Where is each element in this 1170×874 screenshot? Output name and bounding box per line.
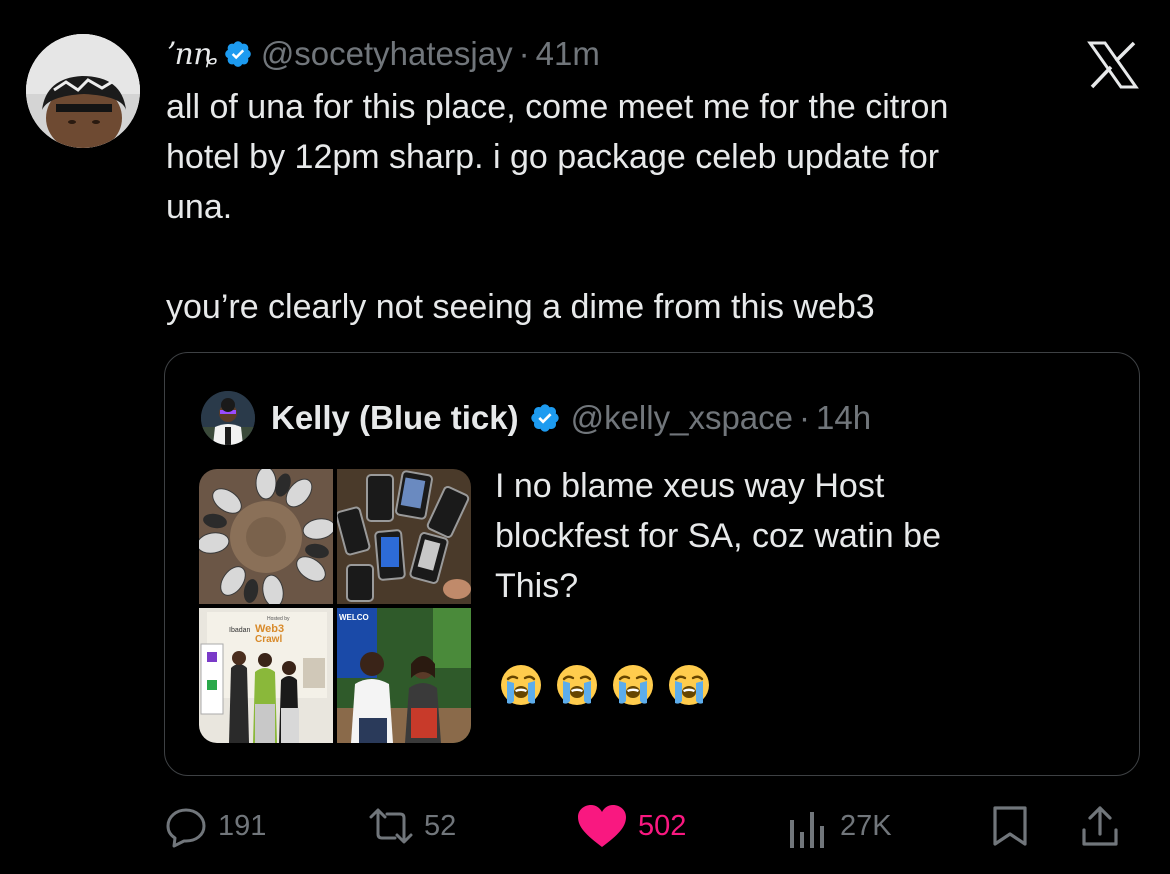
media-photo-two-people[interactable]: WELCO bbox=[337, 608, 471, 743]
media-photo-shoes-circle[interactable] bbox=[199, 469, 333, 604]
bookmark-icon bbox=[993, 806, 1027, 846]
bookmark-button[interactable] bbox=[990, 798, 1030, 854]
repost-icon bbox=[369, 808, 413, 844]
loudly-crying-face-icon bbox=[613, 665, 653, 705]
quoted-display-name[interactable]: Kelly (Blue tick) bbox=[271, 399, 519, 437]
like-button[interactable]: 502 bbox=[576, 798, 686, 854]
views-count: 27K bbox=[840, 809, 892, 842]
reply-count: 191 bbox=[218, 809, 267, 842]
tweet-action-bar: 191 52 502 27K bbox=[164, 798, 1144, 854]
like-count: 502 bbox=[638, 809, 687, 842]
verified-badge-icon bbox=[225, 41, 251, 67]
quoted-tweet-card[interactable]: Kelly (Blue tick) @kelly_xspace · 14h Ho… bbox=[164, 352, 1140, 776]
loudly-crying-face-icon bbox=[669, 665, 709, 705]
media-photo-phones[interactable] bbox=[337, 469, 471, 604]
views-button[interactable]: 27K bbox=[786, 798, 892, 854]
media-photo-group-banner[interactable]: Hosted by Ibadan Web3 Crawl bbox=[199, 608, 333, 743]
author-handle[interactable]: @socetyhatesjay bbox=[261, 35, 513, 73]
reply-icon bbox=[166, 808, 206, 848]
quoted-tweet-text: I no blame xeus way Host blockfest for S… bbox=[495, 461, 1095, 611]
quoted-tweet-header: Kelly (Blue tick) @kelly_xspace · 14h bbox=[271, 393, 871, 443]
post-time[interactable]: 41m bbox=[536, 35, 600, 73]
author-display-name[interactable]: ʼnȵ bbox=[166, 37, 218, 72]
analytics-icon bbox=[790, 812, 824, 848]
banner-hosted-by: Hosted by bbox=[267, 616, 290, 622]
share-icon bbox=[1082, 806, 1118, 846]
reply-button[interactable]: 191 bbox=[164, 798, 266, 854]
quoted-author-avatar[interactable] bbox=[201, 391, 255, 445]
tweet-text-line: hotel by 12pm sharp. i go package celeb … bbox=[166, 138, 940, 176]
separator-dot: · bbox=[799, 399, 811, 436]
share-button[interactable] bbox=[1078, 798, 1122, 854]
quoted-post-time[interactable]: 14h bbox=[816, 399, 871, 437]
quoted-media-grid[interactable]: Hosted by Ibadan Web3 Crawl WELCO bbox=[199, 469, 471, 743]
tweet-text-line: all of una for this place, come meet me … bbox=[166, 88, 949, 126]
banner-welcome: WELCO bbox=[339, 613, 369, 622]
quoted-avatar-photo bbox=[201, 391, 255, 445]
loudly-crying-face-icon bbox=[501, 665, 541, 705]
quoted-text-line: I no blame xeus way Host bbox=[495, 467, 885, 505]
tweet-text: all of una for this place, come meet me … bbox=[166, 82, 1126, 332]
repost-button[interactable]: 52 bbox=[368, 798, 456, 854]
verified-badge-icon bbox=[530, 404, 559, 432]
tweet-text-line: you’re clearly not seeing a dime from th… bbox=[166, 288, 875, 326]
avatar-photo bbox=[26, 34, 140, 148]
repost-count: 52 bbox=[424, 809, 457, 842]
quoted-handle[interactable]: @kelly_xspace bbox=[571, 399, 793, 437]
quoted-text-line: This? bbox=[495, 567, 579, 605]
quoted-text-line: blockfest for SA, coz watin be bbox=[495, 517, 941, 555]
loudly-crying-face-icon bbox=[557, 665, 597, 705]
banner-city: Ibadan bbox=[229, 627, 251, 634]
banner-title-2: Crawl bbox=[255, 634, 282, 645]
quoted-emojis bbox=[499, 663, 711, 707]
tweet-header: ʼnȵ @socetyhatesjay · 41m bbox=[166, 30, 600, 78]
separator-dot: · bbox=[518, 35, 530, 72]
tweet-text-line: una. bbox=[166, 188, 233, 226]
author-avatar[interactable] bbox=[26, 34, 140, 148]
heart-filled-icon bbox=[578, 805, 626, 847]
